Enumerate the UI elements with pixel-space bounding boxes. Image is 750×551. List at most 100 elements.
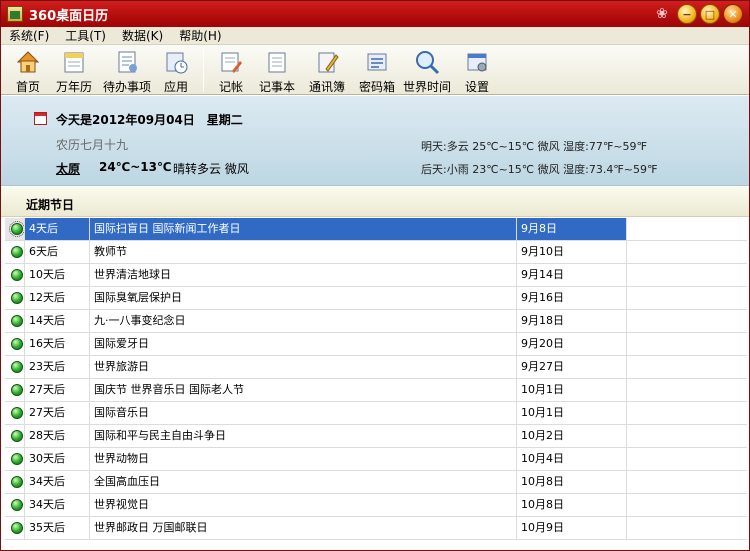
minimize-button[interactable]: − [677, 4, 697, 24]
address-book-label: 通讯簿 [308, 80, 345, 94]
settings-label: 设置 [464, 80, 489, 94]
holiday-date-cell: 10月9日 [517, 517, 627, 539]
table-row[interactable]: 35天后 世界邮政日 万国邮联日 10月9日 [5, 517, 747, 540]
table-row[interactable]: 30天后 世界动物日 10月4日 [5, 448, 747, 471]
day-after-forecast: 后天:小雨 23℃~15℃ 微风 湿度:73.4℉~59℉ [421, 163, 658, 176]
clock-app-icon [162, 48, 190, 76]
table-row[interactable]: 28天后 国际和平与民主自由斗争日 10月2日 [5, 425, 747, 448]
status-cell [5, 218, 25, 240]
settings-button[interactable]: 设置 [452, 45, 502, 95]
holiday-date-cell: 10月1日 [517, 379, 627, 401]
lunar-date: 农历七月十九 [56, 138, 129, 152]
days-until-cell: 35天后 [25, 517, 90, 539]
status-cell [5, 402, 25, 424]
days-until-cell: 6天后 [25, 241, 90, 263]
menu-help[interactable]: 帮助(H) [171, 27, 229, 44]
skin-icon[interactable]: ❀ [650, 4, 674, 24]
green-dot-icon [11, 453, 23, 465]
table-row[interactable]: 23天后 世界旅游日 9月27日 [5, 356, 747, 379]
notepad-button[interactable]: 记事本 [252, 45, 302, 95]
days-until-cell: 23天后 [25, 356, 90, 378]
green-dot-icon [11, 315, 23, 327]
ledger-icon [217, 48, 245, 76]
green-dot-icon [11, 361, 23, 373]
holiday-date-cell: 10月2日 [517, 425, 627, 447]
holiday-date-cell: 9月8日 [517, 218, 627, 240]
home-button[interactable]: 首页 [7, 45, 49, 95]
status-cell [5, 517, 25, 539]
menu-data[interactable]: 数据(K) [114, 27, 171, 44]
title-bar[interactable]: 360桌面日历 ❀ − □ ✕ [1, 1, 749, 27]
calendar-icon [60, 48, 88, 76]
table-row[interactable]: 34天后 全国高血压日 10月8日 [5, 471, 747, 494]
city-link[interactable]: 太原 [56, 160, 80, 177]
password-box-label: 密码箱 [358, 80, 395, 94]
settings-icon [463, 48, 491, 76]
status-cell [5, 264, 25, 286]
table-row[interactable]: 16天后 国际爱牙日 9月20日 [5, 333, 747, 356]
holiday-name-cell: 国际和平与民主自由斗争日 [90, 425, 517, 447]
holiday-date-cell: 9月10日 [517, 241, 627, 263]
days-until-cell: 27天后 [25, 402, 90, 424]
holiday-date-cell: 9月27日 [517, 356, 627, 378]
tomorrow-forecast: 明天:多云 25℃~15℃ 微风 湿度:77℉~59℉ [421, 140, 647, 153]
status-cell [5, 379, 25, 401]
holiday-date-cell: 9月16日 [517, 287, 627, 309]
holiday-name-cell: 国际扫盲日 国际新闻工作者日 [90, 218, 517, 240]
table-row[interactable]: 27天后 国际音乐日 10月1日 [5, 402, 747, 425]
notepad-label: 记事本 [258, 80, 295, 94]
status-cell [5, 448, 25, 470]
home-label: 首页 [15, 80, 40, 94]
todo-button[interactable]: 待办事项 [99, 45, 155, 95]
holiday-date-cell: 9月18日 [517, 310, 627, 332]
menu-system[interactable]: 系统(F) [1, 27, 57, 44]
table-row[interactable]: 34天后 世界视觉日 10月8日 [5, 494, 747, 517]
days-until-cell: 27天后 [25, 379, 90, 401]
window-controls: ❀ − □ ✕ [650, 4, 743, 24]
todo-icon [113, 48, 141, 76]
green-dot-icon [11, 338, 23, 350]
holiday-date-cell: 10月1日 [517, 402, 627, 424]
table-row[interactable]: 4天后 国际扫盲日 国际新闻工作者日 9月8日 [5, 218, 747, 241]
weather-condition: 晴转多云 微风 [173, 162, 249, 176]
world-time-button[interactable]: 世界时间 [402, 45, 452, 95]
password-box-button[interactable]: 密码箱 [352, 45, 402, 95]
holiday-name-cell: 世界旅游日 [90, 356, 517, 378]
notepad-icon [263, 48, 291, 76]
address-book-button[interactable]: 通讯簿 [302, 45, 352, 95]
holiday-date-cell: 9月14日 [517, 264, 627, 286]
home-icon [14, 48, 42, 76]
today-info-panel: 今天是2012年09月04日 星期二 农历七月十九 太原 24℃~13℃ 晴转多… [1, 96, 749, 186]
table-row[interactable]: 6天后 教师节 9月10日 [5, 241, 747, 264]
ledger-label: 记帐 [218, 80, 243, 94]
apps-label: 应用 [163, 80, 188, 94]
table-row[interactable]: 12天后 国际臭氧层保护日 9月16日 [5, 287, 747, 310]
window-title: 360桌面日历 [29, 8, 109, 24]
close-button[interactable]: ✕ [723, 4, 743, 24]
toolbar-separator [203, 49, 204, 91]
holiday-date-cell: 10月8日 [517, 494, 627, 516]
status-cell [5, 471, 25, 493]
perpetual-calendar-button[interactable]: 万年历 [49, 45, 99, 95]
section-title: 近期节日 [26, 198, 75, 212]
holidays-section-header: 近期节日 [1, 187, 749, 217]
ledger-button[interactable]: 记帐 [210, 45, 252, 95]
password-box-icon [363, 48, 391, 76]
world-time-icon [413, 48, 441, 76]
table-row[interactable]: 27天后 国庆节 世界音乐日 国际老人节 10月1日 [5, 379, 747, 402]
maximize-button[interactable]: □ [700, 4, 720, 24]
table-row[interactable]: 10天后 世界清洁地球日 9月14日 [5, 264, 747, 287]
holiday-name-cell: 国庆节 世界音乐日 国际老人节 [90, 379, 517, 401]
menu-tools[interactable]: 工具(T) [57, 27, 114, 44]
status-cell [5, 356, 25, 378]
green-dot-icon [11, 246, 23, 258]
status-cell [5, 287, 25, 309]
status-cell [5, 333, 25, 355]
apps-button[interactable]: 应用 [155, 45, 197, 95]
today-date: 今天是2012年09月04日 星期二 [56, 113, 243, 127]
green-dot-icon [9, 221, 24, 237]
table-row[interactable]: 14天后 九·一八事变纪念日 9月18日 [5, 310, 747, 333]
holiday-name-cell: 国际爱牙日 [90, 333, 517, 355]
todo-label: 待办事项 [102, 80, 151, 94]
green-dot-icon [11, 269, 23, 281]
